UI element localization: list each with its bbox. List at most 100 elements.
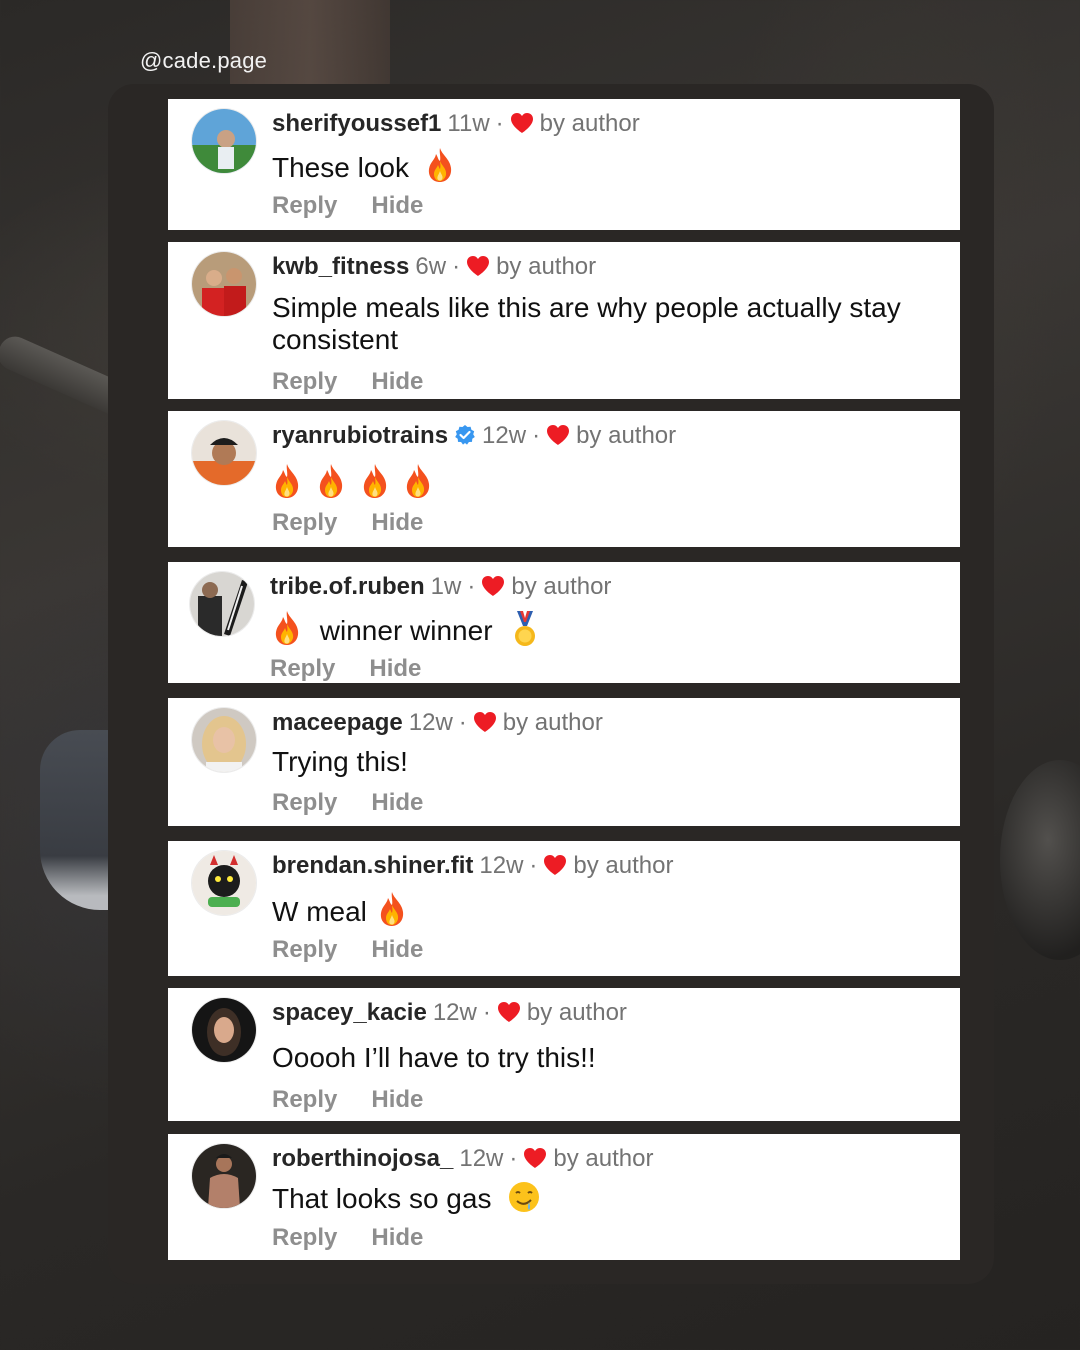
comment-actions: Reply Hide	[272, 789, 423, 817]
drooling-emoji	[509, 1182, 540, 1212]
reply-button[interactable]: Reply	[272, 192, 337, 220]
fire-emoji	[425, 147, 455, 183]
reply-button[interactable]: Reply	[272, 368, 337, 396]
separator-dot: ·	[529, 852, 538, 879]
reply-button[interactable]: Reply	[272, 1086, 337, 1114]
fire-emoji	[403, 463, 433, 499]
comment-meta: ryanrubiotrains 12w · by author	[272, 421, 676, 451]
comment-time: 12w	[479, 852, 524, 879]
comment-meta: sherifyoussef1 11w · by author	[272, 109, 640, 139]
heart-icon	[481, 575, 505, 597]
fire-emoji	[272, 463, 302, 499]
comment-item: ryanrubiotrains 12w · by author Reply Hide	[168, 411, 960, 547]
comment-actions: Reply Hide	[272, 1086, 423, 1114]
username[interactable]: maceepage	[272, 709, 403, 736]
avatar-cartoon-photo	[192, 851, 256, 915]
avatar[interactable]	[192, 252, 256, 316]
comment-text-row: That looks so gas	[272, 1180, 541, 1215]
comment-meta: brendan.shiner.fit 12w · by author	[272, 851, 673, 881]
liked-by-author-label: by author	[539, 110, 640, 137]
comment-item: kwb_fitness 6w · by author Simple meals lik…	[168, 242, 960, 399]
avatar[interactable]	[192, 851, 256, 915]
comment-time: 12w	[459, 1145, 504, 1172]
username[interactable]: spacey_kacie	[272, 999, 427, 1026]
liked-by-author-label: by author	[576, 422, 677, 449]
comment-actions: Reply Hide	[272, 509, 423, 537]
avatar[interactable]	[192, 421, 256, 485]
hide-button[interactable]: Hide	[371, 509, 423, 537]
heart-icon	[523, 1147, 547, 1169]
liked-by-author-label: by author	[496, 253, 597, 280]
avatar-gym-photo	[190, 572, 254, 636]
reply-button[interactable]: Reply	[272, 936, 337, 964]
comment-item: brendan.shiner.fit 12w · by author W meal R…	[168, 841, 960, 976]
username[interactable]: kwb_fitness	[272, 253, 409, 280]
comment-time: 12w	[432, 999, 477, 1026]
separator-dot: ·	[532, 422, 541, 449]
username[interactable]: roberthinojosa_	[272, 1145, 453, 1172]
comment-actions: Reply Hide	[272, 368, 423, 396]
avatar[interactable]	[192, 109, 256, 173]
avatar[interactable]	[190, 572, 254, 636]
avatar[interactable]	[192, 1144, 256, 1208]
comment-actions: Reply Hide	[272, 192, 423, 220]
comment-text: Trying this!	[272, 746, 408, 777]
liked-by-author-label: by author	[553, 1145, 654, 1172]
comment-meta: tribe.of.ruben 1w · by author	[270, 572, 611, 602]
comment-meta: spacey_kacie 12w · by author	[272, 998, 627, 1028]
comment-actions: Reply Hide	[270, 655, 421, 683]
heart-icon	[473, 711, 497, 733]
separator-dot: ·	[495, 110, 504, 137]
hide-button[interactable]: Hide	[371, 192, 423, 220]
liked-by-author-label: by author	[573, 852, 674, 879]
separator-dot: ·	[482, 999, 491, 1026]
hide-button[interactable]: Hide	[371, 936, 423, 964]
hide-button[interactable]: Hide	[369, 655, 421, 683]
separator-dot: ·	[509, 1145, 518, 1172]
comment-text: Simple meals like this are why people ac…	[272, 292, 901, 355]
fire-emoji	[316, 463, 346, 499]
avatar-blonde-photo	[192, 708, 256, 772]
reply-button[interactable]: Reply	[272, 509, 337, 537]
comment-emoji-row	[272, 463, 433, 500]
comment-text: winner winner	[319, 615, 493, 646]
reply-button[interactable]: Reply	[272, 789, 337, 817]
username[interactable]: sherifyoussef1	[272, 110, 441, 137]
comment-meta: kwb_fitness 6w · by author	[272, 252, 596, 282]
comment-text-row: These look	[272, 147, 455, 184]
username[interactable]: ryanrubiotrains	[272, 422, 448, 449]
background-weight-plate	[1000, 760, 1080, 960]
reply-button[interactable]: Reply	[272, 1224, 337, 1252]
comment-text: W meal	[272, 896, 367, 927]
comment-item: tribe.of.ruben 1w · by author winner winner…	[168, 562, 960, 683]
hide-button[interactable]: Hide	[371, 368, 423, 396]
comment-text: That looks so gas	[272, 1183, 492, 1214]
heart-icon	[543, 854, 567, 876]
comment-time: 12w	[482, 422, 527, 449]
liked-by-author-label: by author	[526, 999, 627, 1026]
heart-icon	[510, 112, 534, 134]
comment-text-row: W meal	[272, 891, 407, 928]
fire-emoji	[360, 463, 390, 499]
hide-button[interactable]: Hide	[371, 1224, 423, 1252]
comment-text: These look	[272, 152, 409, 183]
hide-button[interactable]: Hide	[371, 1086, 423, 1114]
comment-time: 6w	[415, 253, 447, 280]
comment-item: spacey_kacie 12w · by author Ooooh I’ll hav…	[168, 988, 960, 1121]
comment-actions: Reply Hide	[272, 936, 423, 964]
comment-item: roberthinojosa_ 12w · by author That looks …	[168, 1134, 960, 1260]
avatar[interactable]	[192, 998, 256, 1062]
hide-button[interactable]: Hide	[371, 789, 423, 817]
username[interactable]: tribe.of.ruben	[270, 573, 425, 600]
avatar[interactable]	[192, 708, 256, 772]
username[interactable]: brendan.shiner.fit	[272, 852, 473, 879]
medal-emoji	[515, 611, 536, 646]
comment-meta: maceepage 12w · by author	[272, 708, 603, 738]
comment-text: Ooooh I’ll have to try this!!	[272, 1042, 596, 1073]
verified-badge-icon	[455, 425, 475, 445]
separator-dot: ·	[467, 573, 476, 600]
comment-text-row: winner winner	[272, 610, 538, 648]
reply-button[interactable]: Reply	[270, 655, 335, 683]
comment-meta: roberthinojosa_ 12w · by author	[272, 1144, 653, 1174]
avatar-cap-photo	[192, 421, 256, 485]
